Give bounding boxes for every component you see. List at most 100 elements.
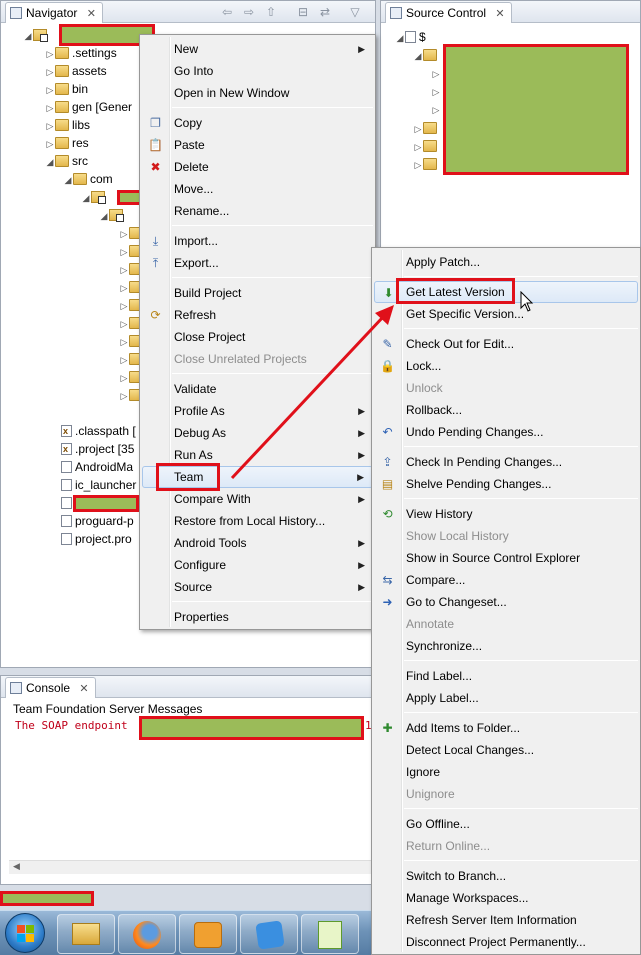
- menu-item-shelve[interactable]: ▤ Shelve Pending Changes...: [374, 473, 638, 495]
- collapse-arrow-icon[interactable]: ◢: [413, 47, 423, 65]
- tree-item-project-properties[interactable]: project.pro: [61, 530, 132, 548]
- taskbar-explorer[interactable]: [57, 914, 115, 954]
- menu-item-switch-branch[interactable]: Switch to Branch...: [374, 865, 638, 887]
- menu-item-apply-label[interactable]: Apply Label...: [374, 687, 638, 709]
- tree-item-com[interactable]: ◢ com: [63, 170, 113, 188]
- menu-item-find-label[interactable]: Find Label...: [374, 665, 638, 687]
- menu-item-new[interactable]: New ▶: [142, 38, 373, 60]
- start-orb-icon[interactable]: [5, 913, 45, 953]
- menu-item-validate[interactable]: Validate: [142, 378, 373, 400]
- menu-item-export[interactable]: ⤒ Export...: [142, 252, 373, 274]
- tree-item-ic-launcher[interactable]: ic_launcher: [61, 476, 136, 494]
- expand-arrow-icon[interactable]: ◢: [23, 27, 33, 45]
- server-item[interactable]: ▷: [413, 137, 440, 155]
- tree-item-classpath[interactable]: .classpath [: [61, 422, 136, 440]
- menu-item-add-items[interactable]: ✚ Add Items to Folder...: [374, 717, 638, 739]
- menu-item-detect-local-changes[interactable]: Detect Local Changes...: [374, 739, 638, 761]
- menu-item-compare[interactable]: ⇆ Compare...: [374, 569, 638, 591]
- expand-arrow-icon[interactable]: ▷: [119, 243, 129, 261]
- tree-item-proguard[interactable]: proguard-p: [61, 512, 134, 530]
- menu-item-go-into[interactable]: Go Into: [142, 60, 373, 82]
- close-icon[interactable]: ✕: [87, 8, 96, 20]
- expand-arrow-icon[interactable]: ▷: [45, 63, 55, 81]
- project-root[interactable]: ◢: [23, 26, 50, 44]
- menu-item-configure[interactable]: Configure ▶: [142, 554, 373, 576]
- expand-arrow-icon[interactable]: ▷: [45, 99, 55, 117]
- source-control-tab[interactable]: Source Control ✕: [385, 2, 512, 23]
- menu-item-undo-pending[interactable]: ↶ Undo Pending Changes...: [374, 421, 638, 443]
- menu-item-profile-as[interactable]: Profile As ▶: [142, 400, 373, 422]
- menu-item-paste[interactable]: 📋 Paste: [142, 134, 373, 156]
- menu-item-lock[interactable]: 🔒 Lock...: [374, 355, 638, 377]
- forward-icon[interactable]: ⇨: [241, 4, 257, 20]
- expand-arrow-icon[interactable]: ▷: [45, 117, 55, 135]
- tree-item-src[interactable]: ◢ src: [45, 152, 88, 170]
- expand-arrow-icon[interactable]: ▷: [119, 369, 129, 387]
- expand-arrow-icon[interactable]: ▷: [413, 138, 423, 156]
- expand-arrow-icon[interactable]: ▷: [431, 65, 441, 83]
- back-icon[interactable]: ⇦: [219, 4, 235, 20]
- collapse-arrow-icon[interactable]: ◢: [63, 171, 73, 189]
- menu-item-view-history[interactable]: ⟲ View History: [374, 503, 638, 525]
- menu-item-build-project[interactable]: Build Project: [142, 282, 373, 304]
- menu-item-properties[interactable]: Properties: [142, 606, 373, 628]
- taskbar-notepad-plus-plus[interactable]: [301, 914, 359, 954]
- expand-arrow-icon[interactable]: ▷: [45, 81, 55, 99]
- taskbar-sticky-notes[interactable]: [240, 914, 298, 954]
- menu-item-ignore[interactable]: Ignore: [374, 761, 638, 783]
- expand-arrow-icon[interactable]: ▷: [119, 351, 129, 369]
- tree-item-assets[interactable]: ▷ assets: [45, 62, 107, 80]
- server-item[interactable]: ▷: [431, 64, 441, 82]
- tree-item-gen[interactable]: ▷ gen [Gener: [45, 98, 133, 117]
- console-tab[interactable]: Console ✕: [5, 677, 96, 698]
- tree-item-manifest[interactable]: AndroidMa: [61, 458, 133, 476]
- menu-item-check-in[interactable]: ⇪ Check In Pending Changes...: [374, 451, 638, 473]
- menu-item-import[interactable]: ⤓ Import...: [142, 230, 373, 252]
- menu-item-apply-patch[interactable]: Apply Patch...: [374, 251, 638, 273]
- collapse-all-icon[interactable]: ⊟: [295, 4, 311, 20]
- server-item[interactable]: ▷: [413, 119, 440, 137]
- expand-arrow-icon[interactable]: ▷: [413, 120, 423, 138]
- server-item[interactable]: ▷: [431, 100, 441, 118]
- expand-arrow-icon[interactable]: ▷: [119, 225, 129, 243]
- menu-item-android-tools[interactable]: Android Tools ▶: [142, 532, 373, 554]
- menu-item-go-to-changeset[interactable]: ➜ Go to Changeset...: [374, 591, 638, 613]
- expand-arrow-icon[interactable]: ▷: [431, 83, 441, 101]
- menu-item-move[interactable]: Move...: [142, 178, 373, 200]
- expand-arrow-icon[interactable]: ▷: [119, 297, 129, 315]
- collapse-arrow-icon[interactable]: ◢: [81, 189, 91, 207]
- menu-item-restore-local-history[interactable]: Restore from Local History...: [142, 510, 373, 532]
- tree-item-package[interactable]: ◢: [81, 188, 108, 206]
- menu-item-go-offline[interactable]: Go Offline...: [374, 813, 638, 835]
- scroll-left-icon[interactable]: ◀: [13, 861, 20, 872]
- link-editor-icon[interactable]: ⇄: [317, 4, 333, 20]
- tree-item-libs[interactable]: ▷ libs: [45, 116, 90, 134]
- menu-item-open-new-window[interactable]: Open in New Window: [142, 82, 373, 104]
- tree-item-project[interactable]: .project [35: [61, 440, 134, 458]
- menu-item-disconnect-project[interactable]: Disconnect Project Permanently...: [374, 931, 638, 953]
- server-item[interactable]: ◢: [413, 46, 440, 64]
- taskbar-firefox[interactable]: [118, 914, 176, 954]
- up-icon[interactable]: ⇧: [263, 4, 279, 20]
- menu-item-show-in-source-control[interactable]: Show in Source Control Explorer: [374, 547, 638, 569]
- menu-item-get-specific-version[interactable]: Get Specific Version...: [374, 303, 638, 325]
- server-item[interactable]: ▷: [431, 82, 441, 100]
- expand-arrow-icon[interactable]: ▷: [119, 279, 129, 297]
- tree-item-bin[interactable]: ▷ bin: [45, 80, 88, 98]
- expand-arrow-icon[interactable]: ▷: [45, 135, 55, 153]
- view-menu-icon[interactable]: ▽: [347, 4, 363, 20]
- collapse-arrow-icon[interactable]: ◢: [395, 29, 405, 47]
- menu-item-synchronize[interactable]: Synchronize...: [374, 635, 638, 657]
- taskbar-outlook[interactable]: [179, 914, 237, 954]
- menu-item-source[interactable]: Source ▶: [142, 576, 373, 598]
- tree-item-settings[interactable]: ▷ .settings: [45, 44, 117, 62]
- server-item[interactable]: ▷: [413, 155, 440, 173]
- horizontal-scrollbar[interactable]: ◀: [9, 860, 375, 874]
- menu-item-rename[interactable]: Rename...: [142, 200, 373, 222]
- expand-arrow-icon[interactable]: ▷: [119, 315, 129, 333]
- menu-item-compare-with[interactable]: Compare With ▶: [142, 488, 373, 510]
- menu-item-manage-workspaces[interactable]: Manage Workspaces...: [374, 887, 638, 909]
- collapse-arrow-icon[interactable]: ◢: [99, 207, 109, 225]
- menu-item-close-project[interactable]: Close Project: [142, 326, 373, 348]
- collapse-arrow-icon[interactable]: ◢: [45, 153, 55, 171]
